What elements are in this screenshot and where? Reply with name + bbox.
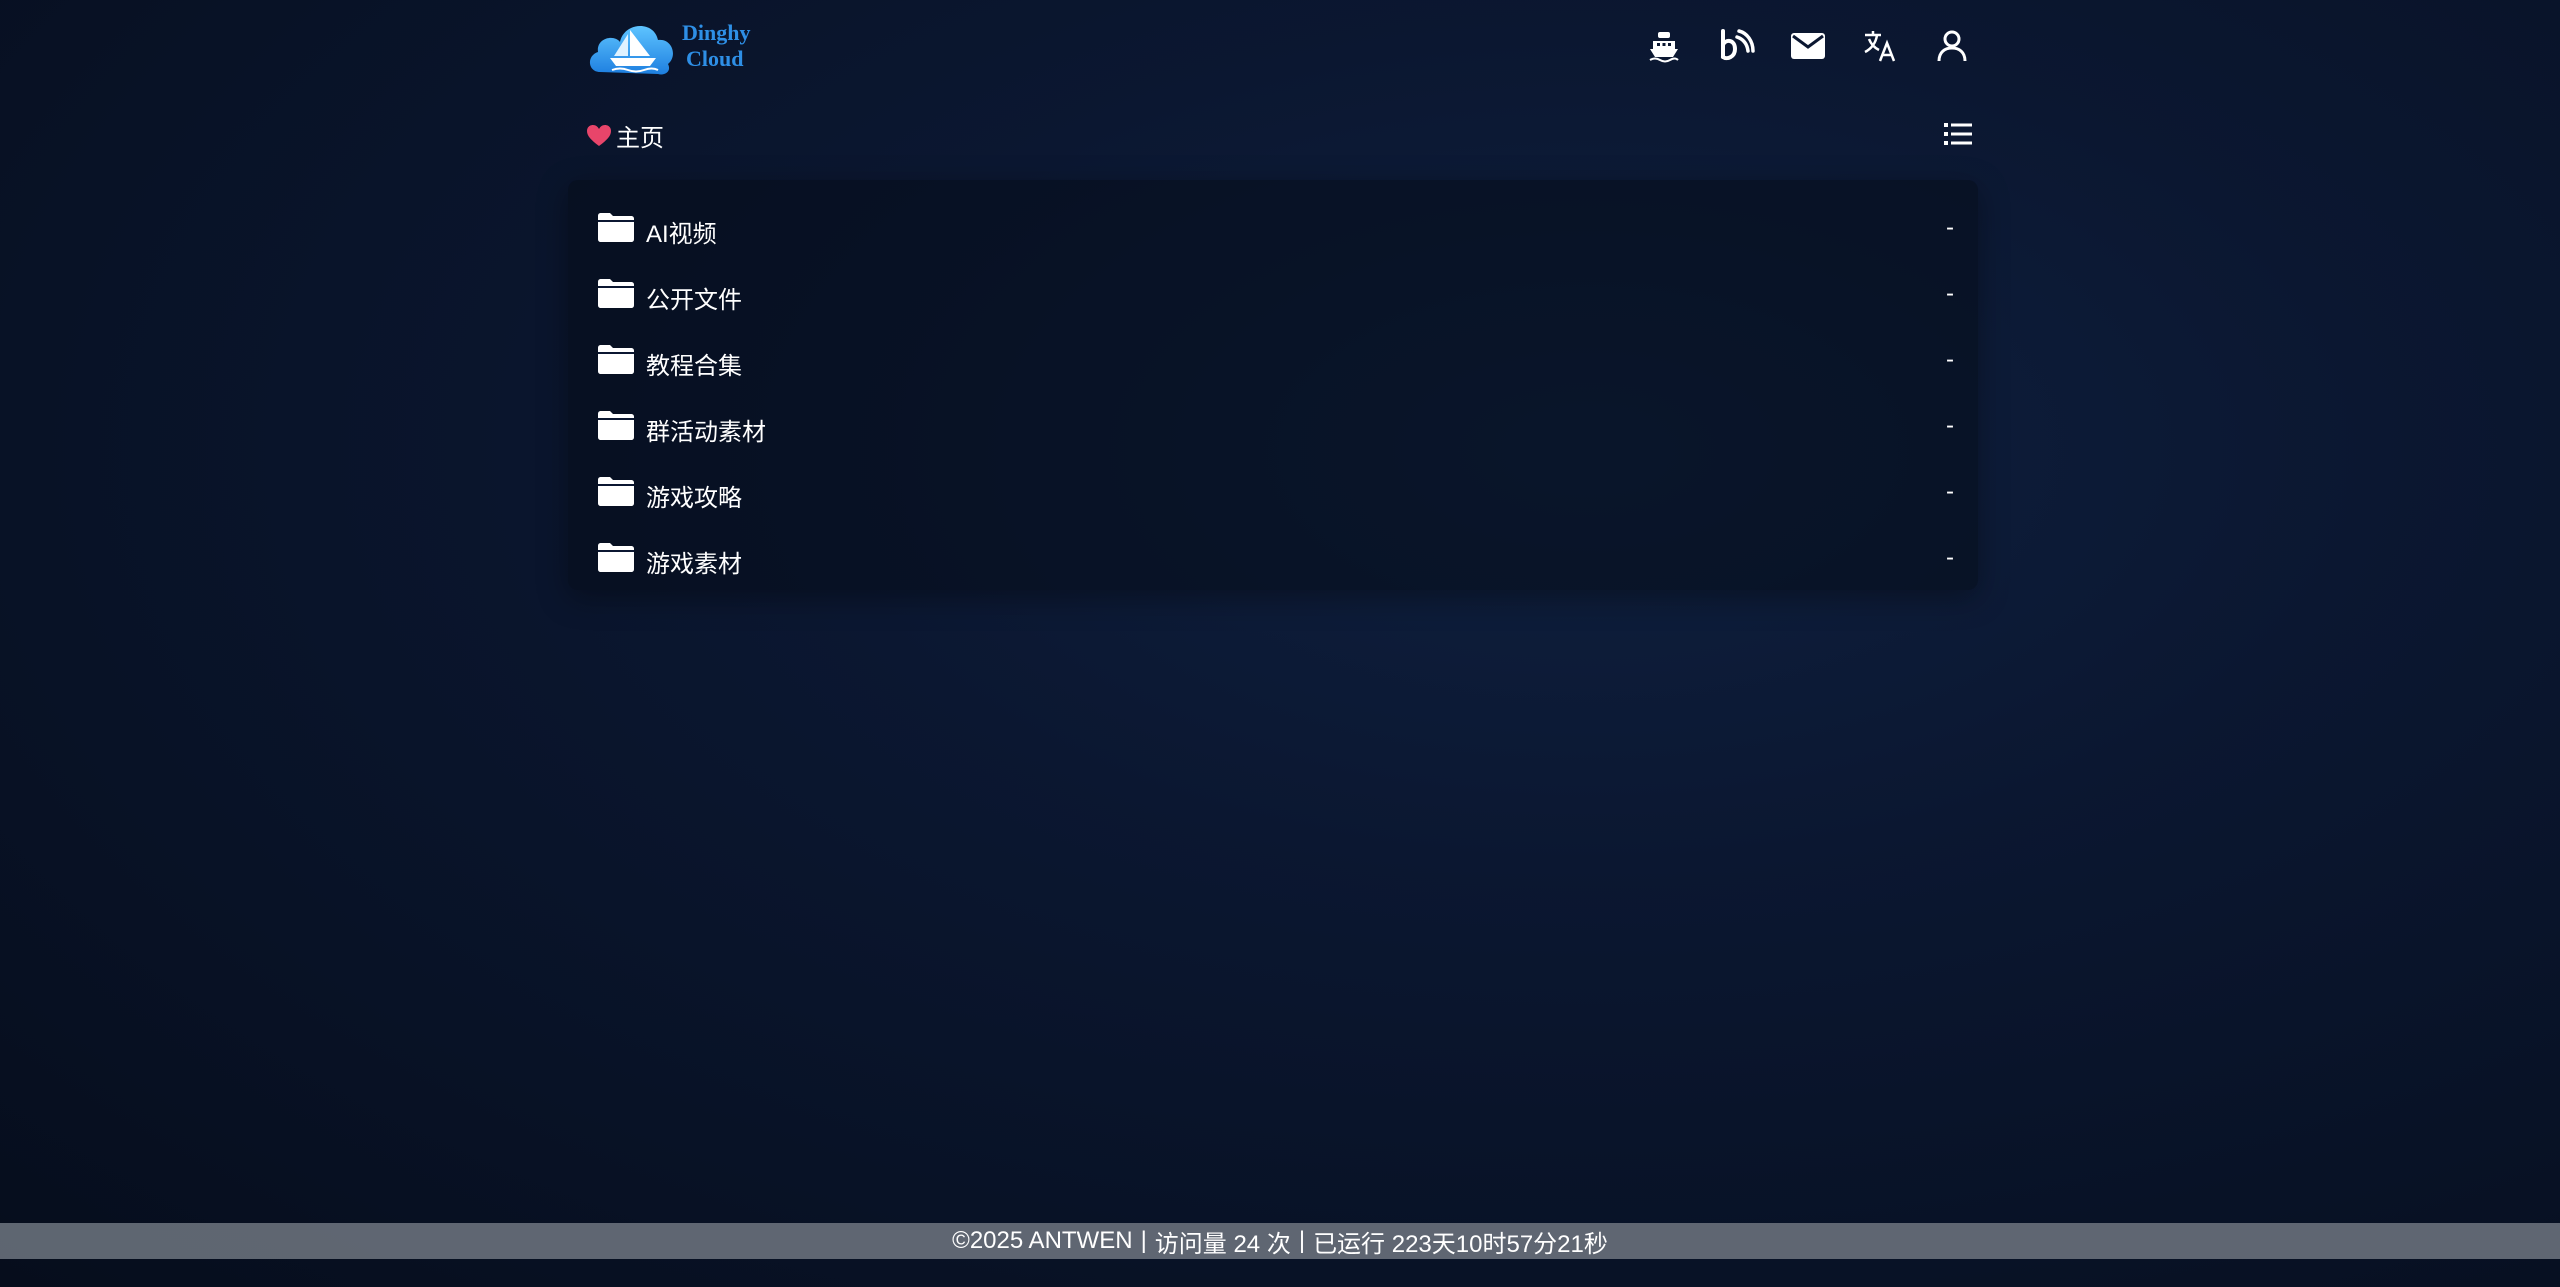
file-size: -: [1946, 280, 1954, 307]
file-size: -: [1946, 412, 1954, 439]
folder-icon: [598, 543, 634, 572]
file-name: 教程合集: [646, 353, 742, 380]
list-view-toggle-icon[interactable]: [1940, 118, 1976, 150]
file-name: 公开文件: [646, 287, 742, 314]
list-item[interactable]: 群活动素材 -: [568, 394, 1978, 458]
cloud-boat-logo-icon: [586, 12, 678, 80]
list-item[interactable]: 游戏攻略 -: [568, 460, 1978, 524]
folder-icon: [598, 411, 634, 440]
file-name: 群活动素材: [646, 419, 766, 446]
file-size: -: [1946, 478, 1954, 505]
footer-uptime: 已运行 223天10时57分21秒: [1313, 1230, 1608, 1258]
file-size: -: [1946, 346, 1954, 373]
breadcrumb-home-label: 主页: [616, 125, 664, 152]
folder-icon: [598, 213, 634, 242]
list-item[interactable]: 公开文件 -: [568, 262, 1978, 326]
file-list: AI视频 - 公开文件 - 教程合集 - 群活动素材 - 游戏攻略 - 游戏素材…: [568, 180, 1978, 590]
file-name: 游戏素材: [646, 551, 742, 578]
list-item[interactable]: AI视频 -: [568, 196, 1978, 260]
file-name: 游戏攻略: [646, 485, 742, 512]
file-size: -: [1946, 544, 1954, 571]
user-icon[interactable]: [1928, 22, 1976, 70]
bilibili-icon[interactable]: [1712, 22, 1760, 70]
footer-visits: 访问量 24 次: [1154, 1230, 1291, 1258]
footer: ©2025 ANTWEN | 访问量 24 次 | 已运行 223天10时57分…: [0, 1223, 2560, 1259]
nav-bar: 主页: [586, 112, 1976, 156]
ship-icon[interactable]: [1640, 22, 1688, 70]
mail-icon[interactable]: [1784, 22, 1832, 70]
file-name: AI视频: [646, 221, 717, 248]
list-item[interactable]: 教程合集 -: [568, 328, 1978, 392]
page: Dinghy Cloud 主页 AI视频 - 公开文件 - 教程合集 - 群活动…: [0, 0, 2560, 1287]
file-size: -: [1946, 214, 1954, 241]
translate-icon[interactable]: [1856, 22, 1904, 70]
breadcrumb[interactable]: 主页: [586, 118, 664, 153]
footer-separator: |: [1298, 1227, 1306, 1254]
folder-icon: [598, 477, 634, 506]
heart-icon: [587, 124, 611, 146]
header: Dinghy Cloud: [586, 12, 1976, 80]
header-icons: [1616, 22, 1976, 70]
folder-icon: [598, 279, 634, 308]
logo-text: Dinghy Cloud: [682, 20, 750, 72]
logo-line2: Cloud: [686, 46, 744, 71]
list-item[interactable]: 游戏素材 -: [568, 526, 1978, 590]
logo[interactable]: Dinghy Cloud: [586, 12, 786, 80]
footer-separator: |: [1140, 1227, 1147, 1254]
folder-icon: [598, 345, 634, 374]
logo-line1: Dinghy: [682, 20, 751, 45]
footer-copyright: ©2025 ANTWEN: [952, 1227, 1133, 1254]
